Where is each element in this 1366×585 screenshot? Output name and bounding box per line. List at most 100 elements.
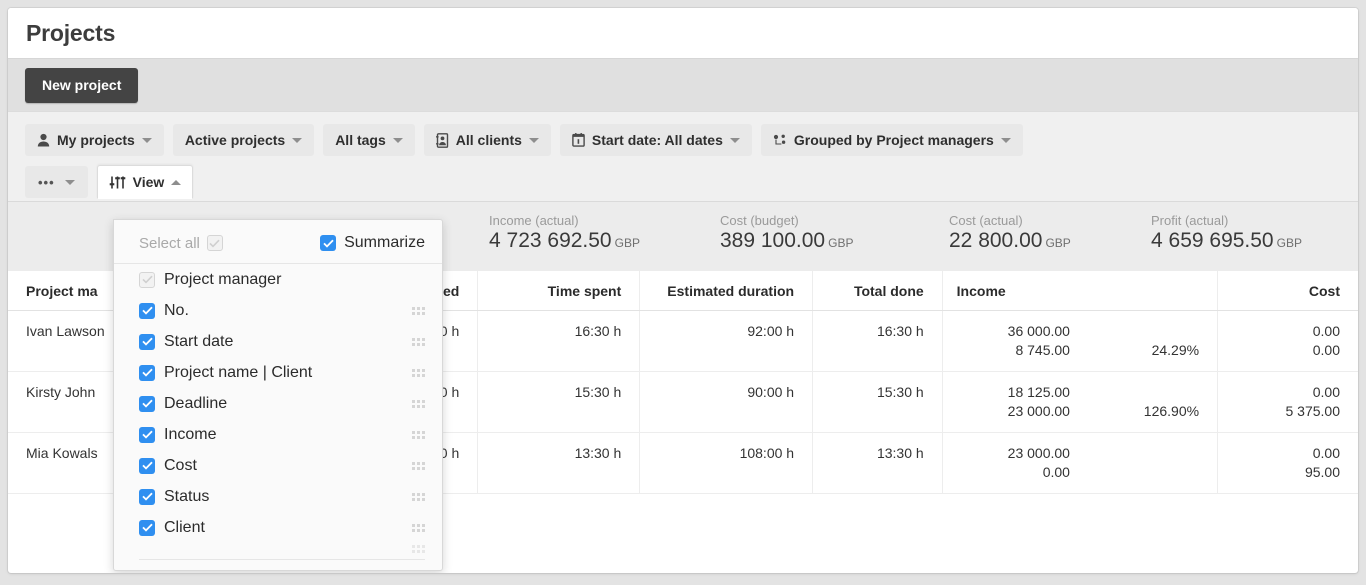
summary-currency: GBP (828, 236, 854, 250)
column-header-time-spent[interactable]: Time spent (477, 271, 640, 311)
chevron-down-icon (292, 137, 303, 143)
filter-all-tags[interactable]: All tags (323, 124, 415, 156)
filter-toolbar: My projects Active projects All tags All… (8, 111, 1358, 201)
filter-row-secondary: ••• View (25, 165, 1358, 199)
page-title: Projects (26, 19, 116, 46)
more-options-label: ••• (38, 174, 55, 190)
summary-amount: 22 800.00 (949, 229, 1043, 252)
view-option-project-manager: Project manager (114, 264, 442, 295)
cell-percent: 24.29% (1087, 310, 1218, 372)
view-button[interactable]: View (96, 165, 194, 199)
cell-cost-actual: 0.00 (1312, 342, 1340, 358)
view-option-label: Cost (164, 456, 197, 474)
more-options-button[interactable]: ••• (25, 166, 88, 198)
view-option-label: Deadline (164, 394, 228, 412)
cell-total-done: 16:30 h (812, 310, 943, 372)
view-option-income[interactable]: Income (114, 419, 442, 450)
view-option-checkbox[interactable] (139, 426, 155, 443)
person-icon (37, 133, 50, 147)
filter-my-projects-label: My projects (57, 132, 135, 148)
view-option-no[interactable]: No. (114, 295, 442, 326)
cell-income-budget: 36 000.00 (1007, 323, 1070, 339)
summary-label: Cost (budget) (720, 213, 799, 228)
new-project-button[interactable]: New project (25, 67, 139, 103)
cell-percent (1087, 432, 1218, 494)
cell-percent: 126.90% (1087, 371, 1218, 433)
filter-my-projects[interactable]: My projects (25, 124, 164, 156)
view-option-checkbox[interactable] (139, 488, 155, 505)
cell-income-actual: 8 745.00 (1015, 342, 1070, 358)
cell-cost-actual: 95.00 (1304, 464, 1340, 480)
view-option-label: Status (164, 487, 210, 505)
cell-estimated-duration: 90:00 h (639, 371, 813, 433)
filter-row-primary: My projects Active projects All tags All… (25, 124, 1358, 156)
cell-estimated-duration: 92:00 h (639, 310, 813, 372)
summary-label: Income (actual) (489, 213, 579, 228)
summary-amount: 389 100.00 (720, 229, 826, 252)
drag-handle-icon[interactable] (412, 399, 425, 408)
summary-value: 4 659 695.50 GBP (1151, 229, 1302, 253)
cell-cost-budget: 0.00 (1312, 384, 1340, 400)
chevron-down-icon (141, 137, 152, 143)
summary-cell-income-actual: Income (actual) 4 723 692.50 GBP (489, 213, 640, 253)
select-all-control[interactable]: Select all (139, 235, 223, 252)
filter-active-projects[interactable]: Active projects (172, 124, 315, 156)
cell-income: 18 125.00 23 000.00 (941, 371, 1088, 433)
cell-cost: 0.00 0.00 (1217, 310, 1358, 372)
cell-estimated-duration: 108:00 h (639, 432, 813, 494)
summary-amount: 4 723 692.50 (489, 229, 612, 252)
drag-handle-icon[interactable] (412, 337, 425, 346)
view-option-start-date[interactable]: Start date (114, 326, 442, 357)
column-header-cost[interactable]: Cost (1217, 271, 1358, 311)
drag-handle-icon[interactable] (412, 306, 425, 315)
summary-cell-profit-actual: Profit (actual) 4 659 695.50 GBP (1151, 213, 1302, 253)
view-option-checkbox[interactable] (139, 364, 155, 381)
summarize-checkbox[interactable] (320, 235, 337, 251)
column-header-total-done[interactable]: Total done (812, 271, 943, 311)
drag-handle-icon[interactable] (412, 461, 425, 470)
drag-handle-icon[interactable] (412, 368, 425, 377)
view-option-project-name-client[interactable]: Project name | Client (114, 357, 442, 388)
filter-all-clients[interactable]: All clients (423, 124, 551, 156)
drag-handle-icon[interactable] (412, 430, 425, 439)
view-option-checkbox[interactable] (139, 519, 155, 536)
cell-income: 36 000.00 8 745.00 (941, 310, 1088, 372)
summary-label: Cost (actual) (949, 213, 1023, 228)
group-icon (773, 134, 787, 147)
view-option-client[interactable]: Client (114, 512, 442, 543)
column-header-income[interactable]: Income (941, 271, 1088, 311)
cell-time-spent: 16:30 h (477, 310, 640, 372)
cell-cost: 0.00 5 375.00 (1217, 371, 1358, 433)
summary-value: 389 100.00 GBP (720, 229, 853, 253)
chevron-down-icon (729, 137, 740, 143)
summary-label: Profit (actual) (1151, 213, 1229, 228)
chevron-down-icon (392, 137, 403, 143)
filter-grouped-by[interactable]: Grouped by Project managers (760, 124, 1023, 156)
cell-income-budget: 23 000.00 (1007, 445, 1070, 461)
view-option-label: Project manager (164, 270, 282, 288)
drag-handle-icon[interactable] (412, 523, 425, 532)
column-header-estimated-duration[interactable]: Estimated duration (639, 271, 813, 311)
view-option-checkbox[interactable] (139, 457, 155, 474)
page-header: Projects (8, 8, 1358, 58)
summarize-control[interactable]: Summarize (320, 234, 425, 252)
view-option-cost[interactable]: Cost (114, 450, 442, 481)
view-option-checkbox[interactable] (139, 333, 155, 350)
select-all-checkbox[interactable] (206, 235, 223, 251)
select-all-label: Select all (139, 234, 200, 252)
view-option-checkbox[interactable] (139, 302, 155, 319)
chevron-up-icon (171, 179, 182, 185)
summary-currency: GBP (614, 236, 640, 250)
cell-cost-budget: 0.00 (1312, 445, 1340, 461)
view-option-status[interactable]: Status (114, 481, 442, 512)
summarize-label: Summarize (344, 234, 425, 251)
view-panel-header: Select all Summarize (114, 220, 442, 264)
drag-handle-icon[interactable] (412, 492, 425, 501)
view-option-deadline[interactable]: Deadline (114, 388, 442, 419)
cell-income-actual: 23 000.00 (1007, 403, 1070, 419)
filter-start-date[interactable]: Start date: All dates (559, 124, 752, 156)
view-option-label: Client (164, 518, 205, 536)
summary-cell-cost-budget: Cost (budget) 389 100.00 GBP (720, 213, 853, 253)
action-toolbar: New project (8, 58, 1358, 111)
view-option-checkbox[interactable] (139, 395, 155, 412)
